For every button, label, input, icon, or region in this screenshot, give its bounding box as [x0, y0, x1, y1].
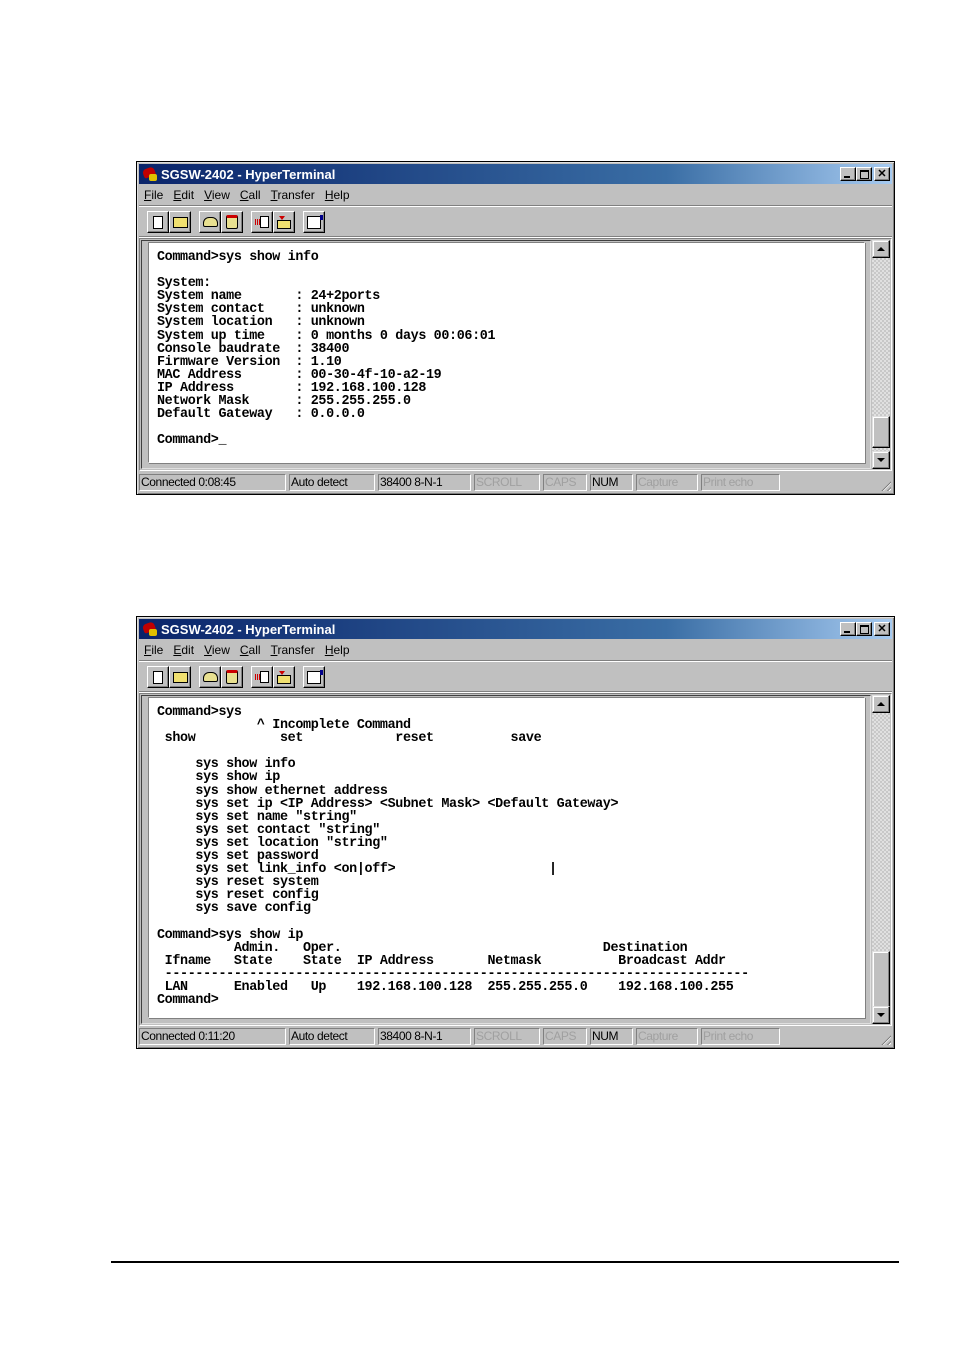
status-connected: Connected 0:11:20 — [139, 1027, 286, 1045]
send-button[interactable] — [251, 211, 273, 233]
scroll-down-button[interactable] — [872, 1006, 890, 1024]
receive-button[interactable] — [273, 666, 295, 688]
menu-call[interactable]: Call — [235, 188, 266, 202]
hyperterminal-window-2: SGSW-2402 - HyperTerminal ✕ File Edit Vi… — [136, 616, 895, 1049]
dial-icon — [202, 217, 218, 227]
properties-icon — [307, 214, 323, 229]
menu-file[interactable]: File — [139, 643, 168, 657]
disconnect-icon — [226, 670, 238, 684]
hyperterminal-icon — [141, 166, 158, 182]
toolbar — [139, 208, 892, 236]
resize-grip-icon[interactable] — [879, 479, 891, 491]
open-button[interactable] — [169, 211, 191, 233]
dial-button[interactable] — [199, 666, 221, 688]
properties-button[interactable] — [303, 666, 325, 688]
close-button[interactable]: ✕ — [874, 167, 890, 181]
status-scroll: SCROLL — [474, 1027, 540, 1045]
title-bar[interactable]: SGSW-2402 - HyperTerminal ✕ — [139, 619, 892, 639]
status-port-settings: 38400 8-N-1 — [378, 473, 471, 491]
send-icon — [255, 671, 269, 683]
status-bar: Connected 0:08:45 Auto detect 38400 8-N-… — [139, 472, 892, 492]
status-caps: CAPS — [543, 473, 587, 491]
send-icon — [255, 216, 269, 228]
status-scroll: SCROLL — [474, 473, 540, 491]
receive-icon — [277, 670, 291, 684]
vertical-scrollbar[interactable] — [872, 240, 890, 469]
toolbar — [139, 663, 892, 691]
menu-help[interactable]: Help — [320, 643, 355, 657]
properties-button[interactable] — [303, 211, 325, 233]
status-detect: Auto detect — [289, 1027, 375, 1045]
minimize-button[interactable] — [840, 622, 856, 636]
window-title: SGSW-2402 - HyperTerminal — [161, 621, 336, 637]
menu-transfer[interactable]: Transfer — [266, 643, 320, 657]
open-button[interactable] — [169, 666, 191, 688]
status-print-echo: Print echo — [701, 473, 780, 491]
page-footer-rule — [111, 1261, 899, 1263]
status-port-settings: 38400 8-N-1 — [378, 1027, 471, 1045]
send-button[interactable] — [251, 666, 273, 688]
terminal-frame: Command>sys ^ Incomplete Command show se… — [139, 693, 892, 1026]
menu-file[interactable]: File — [139, 188, 168, 202]
maximize-button[interactable] — [856, 167, 872, 181]
menu-edit[interactable]: Edit — [168, 188, 199, 202]
menu-transfer[interactable]: Transfer — [266, 188, 320, 202]
maximize-button[interactable] — [856, 622, 872, 636]
status-print-echo: Print echo — [701, 1027, 780, 1045]
status-connected: Connected 0:08:45 — [139, 473, 286, 491]
resize-grip-icon[interactable] — [879, 1033, 891, 1045]
terminal-screen[interactable]: Command>sys ^ Incomplete Command show se… — [148, 697, 865, 1018]
menu-bar: File Edit View Call Transfer Help — [139, 640, 892, 659]
receive-icon — [277, 215, 291, 229]
minimize-button[interactable] — [840, 167, 856, 181]
terminal-frame: Command>sys show info System: System nam… — [139, 238, 892, 471]
receive-button[interactable] — [273, 211, 295, 233]
disconnect-icon — [226, 215, 238, 229]
status-num: NUM — [590, 1027, 633, 1045]
menu-separator — [139, 660, 892, 662]
dial-button[interactable] — [199, 211, 221, 233]
open-icon — [172, 216, 188, 228]
menu-call[interactable]: Call — [235, 643, 266, 657]
menu-bar: File Edit View Call Transfer Help — [139, 185, 892, 204]
disconnect-button[interactable] — [221, 666, 243, 688]
new-connection-button[interactable] — [147, 666, 169, 688]
terminal-screen[interactable]: Command>sys show info System: System nam… — [148, 242, 865, 463]
hyperterminal-window-1: SGSW-2402 - HyperTerminal ✕ File Edit Vi… — [136, 161, 895, 495]
menu-edit[interactable]: Edit — [168, 643, 199, 657]
new-connection-button[interactable] — [147, 211, 169, 233]
open-icon — [172, 671, 188, 683]
scroll-down-button[interactable] — [872, 451, 890, 469]
new-icon — [153, 670, 163, 684]
terminal-output: Command>sys show info System: System nam… — [157, 250, 496, 449]
menu-view[interactable]: View — [199, 643, 235, 657]
status-num: NUM — [590, 473, 633, 491]
status-detect: Auto detect — [289, 473, 375, 491]
dial-icon — [202, 672, 218, 682]
scroll-up-button[interactable] — [872, 695, 890, 713]
title-bar[interactable]: SGSW-2402 - HyperTerminal ✕ — [139, 164, 892, 184]
status-capture: Capture — [636, 473, 698, 491]
window-title: SGSW-2402 - HyperTerminal — [161, 166, 336, 182]
status-bar: Connected 0:11:20 Auto detect 38400 8-N-… — [139, 1026, 892, 1046]
close-button[interactable]: ✕ — [874, 622, 890, 636]
vertical-scrollbar[interactable] — [872, 695, 890, 1024]
status-caps: CAPS — [543, 1027, 587, 1045]
terminal-output: Command>sys ^ Incomplete Command show se… — [157, 705, 749, 1009]
properties-icon — [307, 669, 323, 684]
new-icon — [153, 215, 163, 229]
scroll-thumb[interactable] — [872, 416, 890, 448]
disconnect-button[interactable] — [221, 211, 243, 233]
menu-view[interactable]: View — [199, 188, 235, 202]
menu-separator — [139, 205, 892, 207]
status-capture: Capture — [636, 1027, 698, 1045]
hyperterminal-icon — [141, 621, 158, 637]
scroll-thumb[interactable] — [872, 951, 890, 1009]
menu-help[interactable]: Help — [320, 188, 355, 202]
scroll-up-button[interactable] — [872, 240, 890, 258]
